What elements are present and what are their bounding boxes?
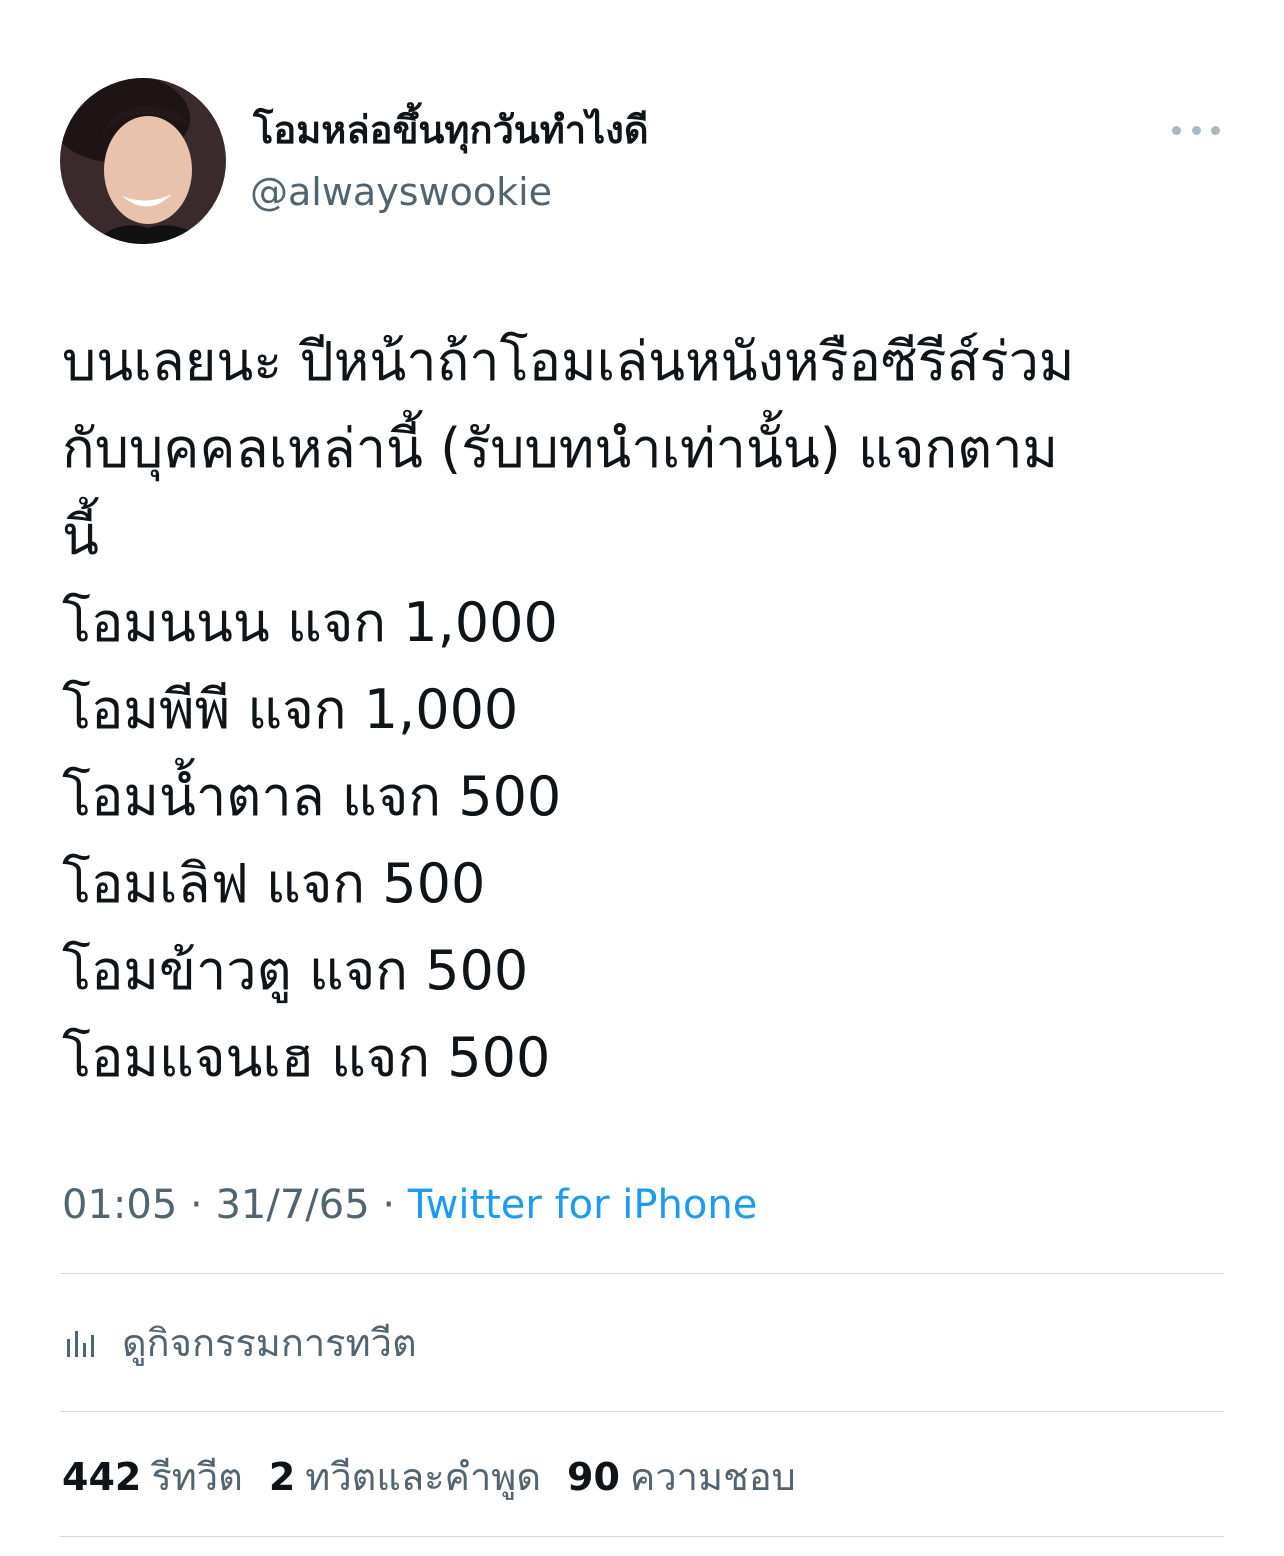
- tweet-source-link[interactable]: Twitter for iPhone: [408, 1182, 758, 1228]
- divider: [60, 1536, 1224, 1537]
- divider: [60, 1411, 1224, 1412]
- avatar-image: [60, 78, 226, 244]
- tweet-line: โอมเลิฟ แจก 500: [62, 852, 486, 915]
- tweet-line: โอมพีพี แจก 1,000: [62, 678, 519, 741]
- tweet-date[interactable]: 31/7/65: [215, 1182, 369, 1228]
- tweet-meta: 01:05 · 31/7/65 · Twitter for iPhone: [62, 1178, 757, 1232]
- analytics-icon: [67, 1331, 94, 1357]
- user-handle[interactable]: @alwayswookie: [250, 168, 552, 216]
- more-dot: [1211, 125, 1220, 135]
- likes-stat[interactable]: 90 ความชอบ: [567, 1455, 796, 1499]
- retweets-label: รีทวีต: [151, 1455, 243, 1499]
- likes-count: 90: [567, 1455, 620, 1499]
- likes-label: ความชอบ: [629, 1455, 796, 1499]
- tweet-line: กับบุคคลเหล่านี้ (รับบทนำเท่านั้น) แจกตา…: [62, 417, 1059, 480]
- activity-label: ดูกิจกรรมการทวีต: [122, 1321, 417, 1365]
- more-options-icon[interactable]: [1168, 112, 1224, 148]
- meta-separator: ·: [369, 1182, 408, 1228]
- tweet-line: โอมแจนเฮ แจก 500: [62, 1026, 551, 1089]
- meta-separator: ·: [177, 1182, 216, 1228]
- tweet-text: บนเลยนะ ปีหน้าถ้าโอมเล่นหนังหรือซีรีส์ร่…: [62, 318, 1232, 1101]
- retweets-count: 442: [62, 1455, 142, 1499]
- view-tweet-activity-button[interactable]: ดูกิจกรรมการทวีต: [64, 1318, 417, 1368]
- tweet-stats: 442 รีทวีต 2 ทวีตและคำพูด 90 ความชอบ: [62, 1450, 796, 1504]
- avatar[interactable]: [60, 78, 226, 244]
- more-dot: [1191, 125, 1201, 135]
- tweet-line: โอมนนน แจก 1,000: [62, 591, 558, 654]
- quotes-label: ทวีตและคำพูด: [305, 1455, 542, 1499]
- tweet-line: บนเลยนะ ปีหน้าถ้าโอมเล่นหนังหรือซีรีส์ร่…: [62, 330, 1075, 393]
- quote-tweets-stat[interactable]: 2 ทวีตและคำพูด: [269, 1455, 541, 1499]
- tweet-time[interactable]: 01:05: [62, 1182, 177, 1228]
- more-dot: [1172, 125, 1181, 135]
- tweet-line: นี้: [62, 504, 99, 567]
- tweet-line: โอมน้ำตาล แจก 500: [62, 765, 562, 828]
- display-name[interactable]: โอมหล่อขึ้นทุกวันทำไงดี: [253, 104, 649, 156]
- divider: [60, 1273, 1224, 1274]
- quotes-count: 2: [268, 1455, 296, 1499]
- retweets-stat[interactable]: 442 รีทวีต: [62, 1455, 243, 1499]
- tweet-line: โอมข้าวตู แจก 500: [62, 939, 529, 1002]
